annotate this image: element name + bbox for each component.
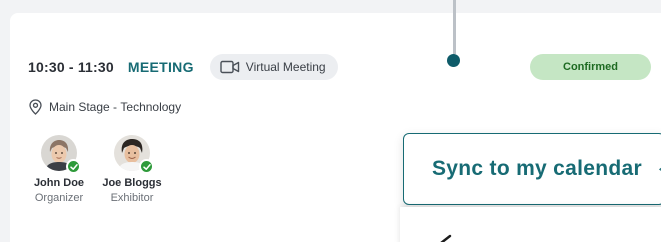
session-location: Main Stage - Technology — [29, 99, 181, 115]
timeline-dot — [447, 54, 460, 67]
calendar-options-panel — [400, 207, 661, 242]
verified-check-icon — [66, 159, 81, 174]
session-header: 10:30 - 11:30 MEETING Virtual Meeting — [28, 54, 338, 80]
location-track: Technology — [120, 100, 182, 114]
video-camera-icon — [220, 60, 240, 74]
participant-name: Joe Bloggs — [102, 177, 162, 189]
participant-name: John Doe — [33, 177, 85, 189]
location-stage: Main Stage — [49, 100, 110, 114]
virtual-meeting-chip[interactable]: Virtual Meeting — [209, 54, 338, 80]
location-separator: - — [113, 100, 118, 114]
map-pin-icon — [29, 99, 42, 115]
verified-check-icon — [139, 159, 154, 174]
calendar-option-icon — [440, 234, 452, 242]
virtual-meeting-label: Virtual Meeting — [245, 60, 326, 74]
participant-role: Exhibitor — [110, 192, 154, 204]
participant-joe-bloggs[interactable]: Joe Bloggs Exhibitor — [87, 135, 177, 204]
session-type: MEETING — [127, 59, 194, 75]
avatar — [114, 135, 154, 174]
status-badge: Confirmed — [530, 54, 651, 80]
participant-role: Organizer — [34, 192, 84, 204]
sync-to-calendar-label: Sync to my calendar — [432, 157, 642, 180]
avatar — [41, 135, 81, 174]
sync-to-calendar-button[interactable]: Sync to my calendar — [403, 133, 661, 205]
session-time: 10:30 - 11:30 — [28, 59, 114, 75]
timeline-line — [453, 0, 456, 54]
